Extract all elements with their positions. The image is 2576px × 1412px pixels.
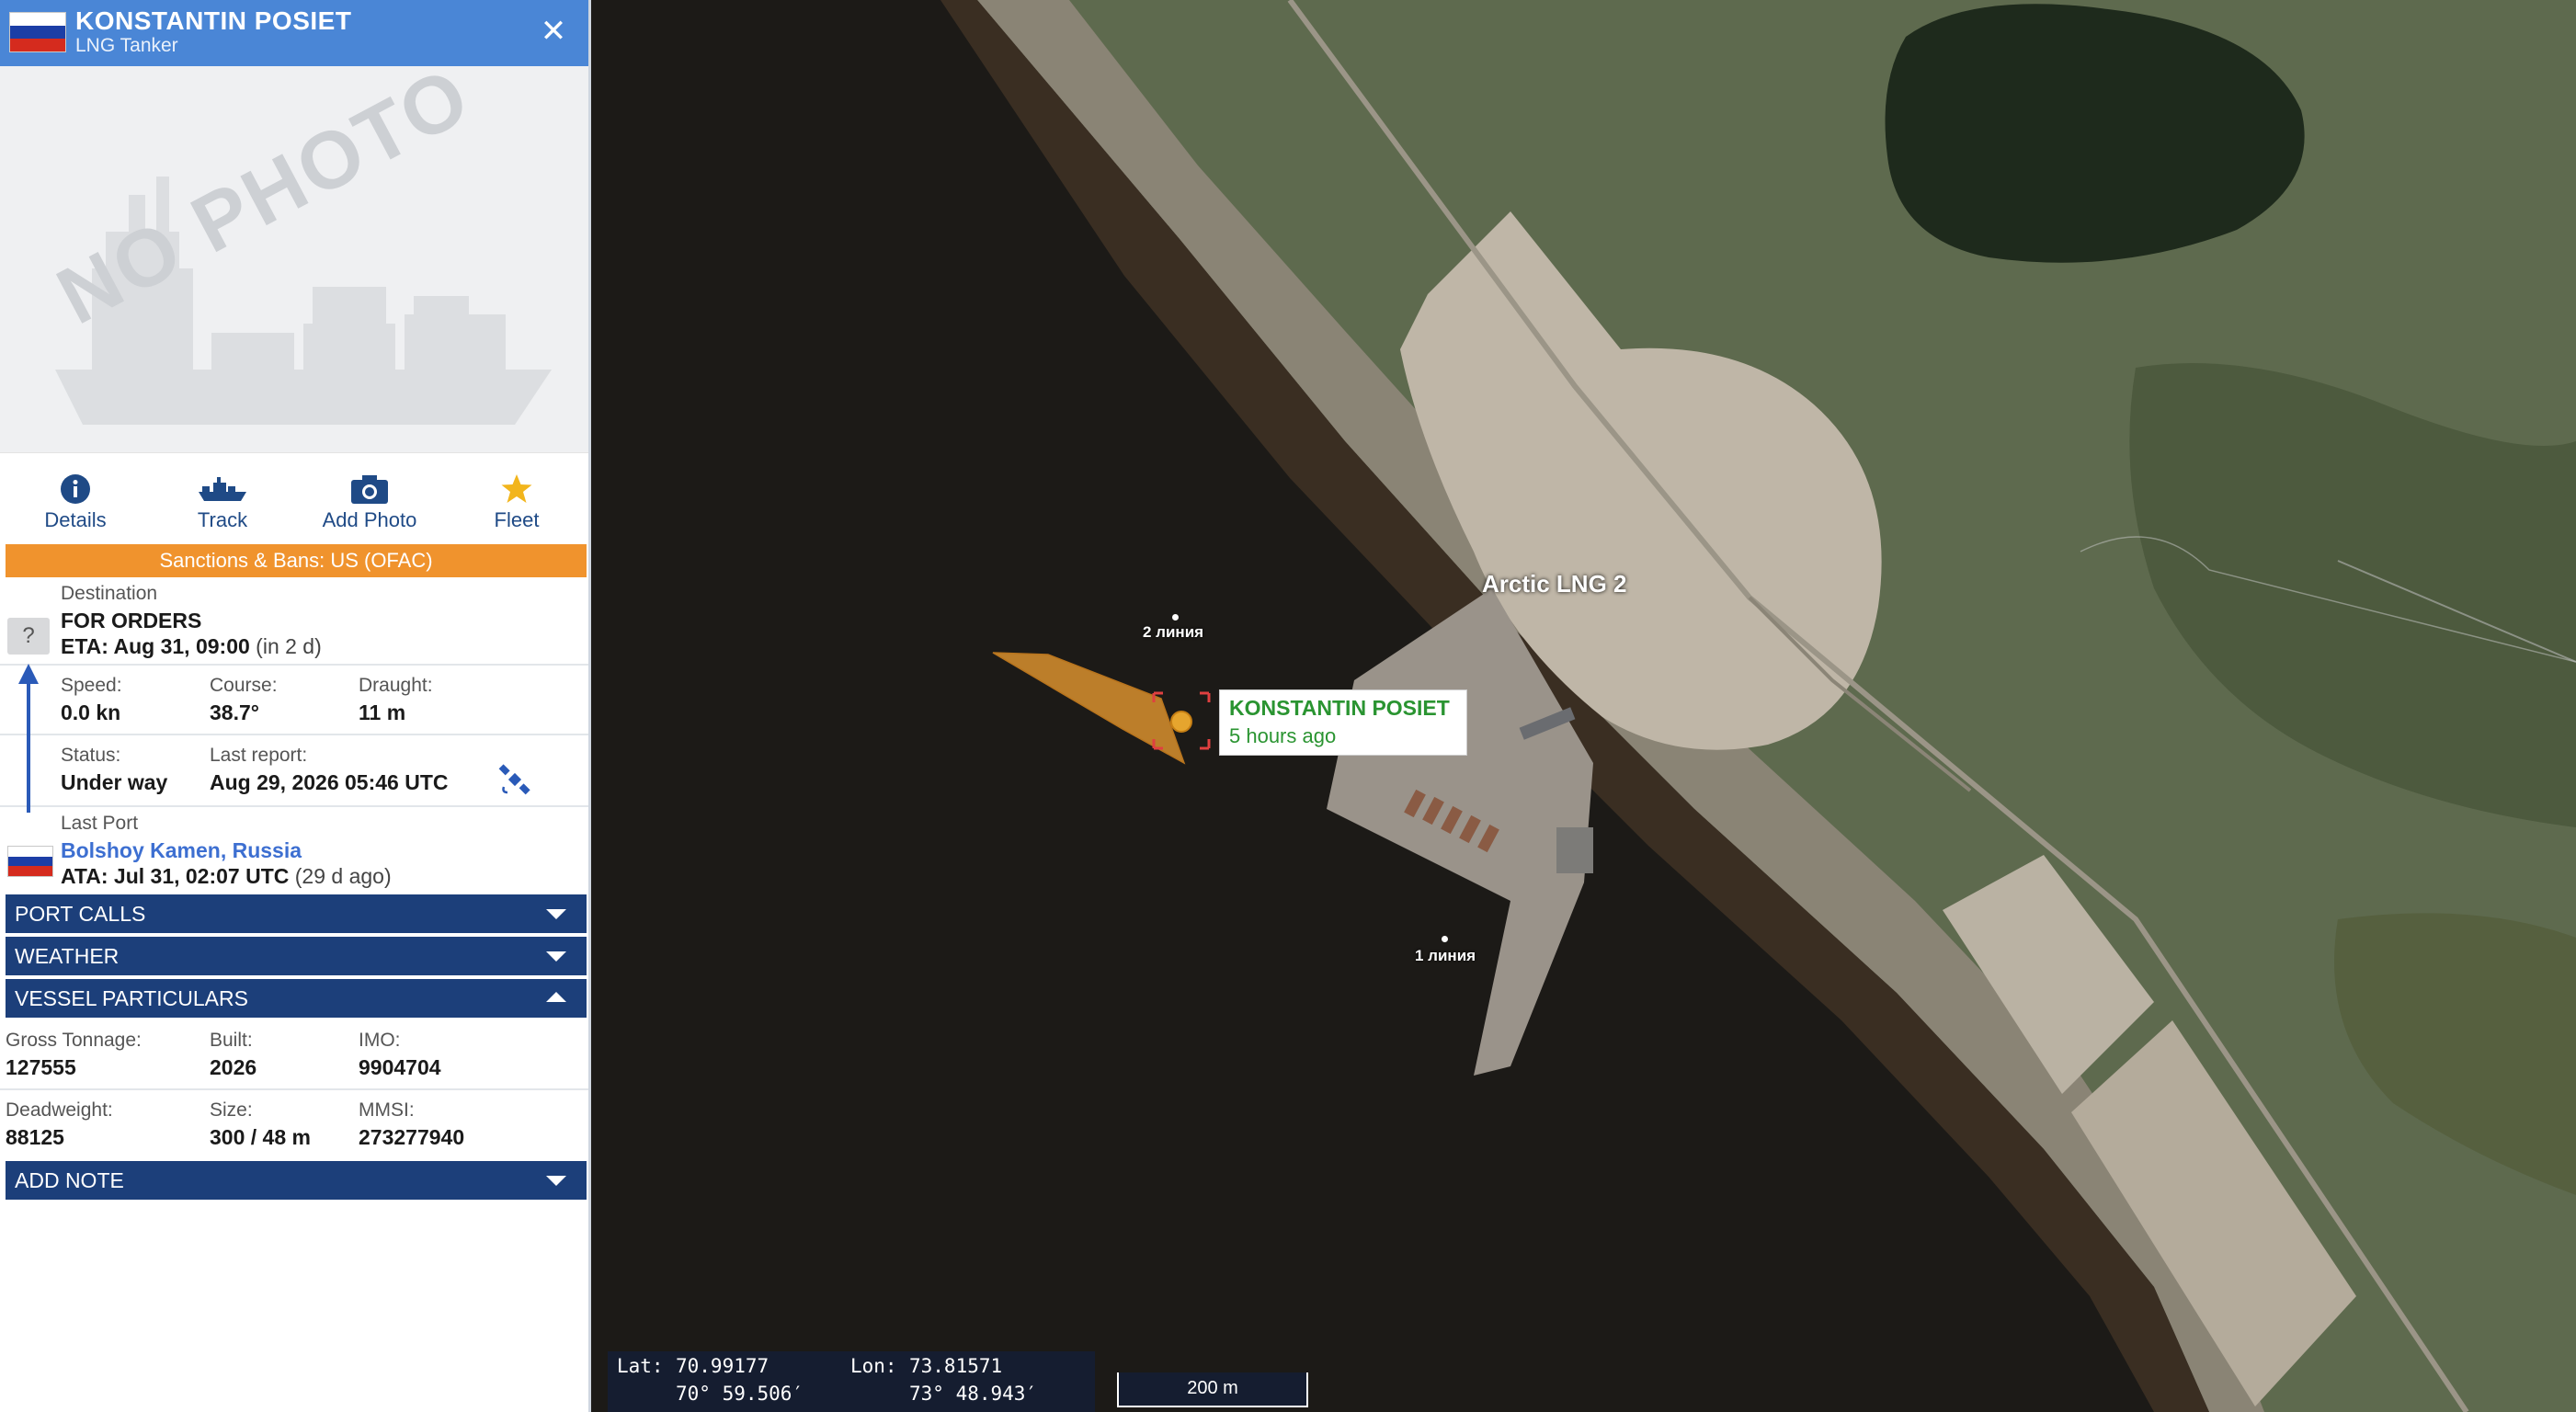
add-photo-button[interactable]: Add Photo	[305, 470, 434, 532]
draught-value: 11 m	[359, 700, 406, 724]
size-label: Size:	[210, 1099, 253, 1121]
eta-row: ETA: Aug 31, 09:00 (in 2 d)	[61, 634, 322, 659]
particulars-row-2: Deadweight: 88125 Size: 300 / 48 m MMSI:…	[0, 1090, 588, 1160]
voyage-status-section: Status: Under way Last report: Aug 29, 2…	[0, 735, 588, 807]
fleet-button[interactable]: Fleet	[452, 470, 581, 532]
speed-label: Speed:	[61, 675, 122, 696]
track-label: Track	[197, 508, 248, 531]
destination-label: Destination	[61, 583, 158, 604]
satellite-imagery	[940, 0, 2576, 1412]
scale-bar: 200 m	[1117, 1372, 1308, 1407]
built-label: Built:	[210, 1030, 253, 1051]
ship-track-icon	[158, 470, 287, 508]
add-photo-label: Add Photo	[322, 508, 417, 531]
imo-label: IMO:	[359, 1030, 401, 1051]
vessel-tooltip[interactable]: KONSTANTIN POSIET 5 hours ago	[1219, 689, 1467, 756]
add-note-label: ADD NOTE	[15, 1168, 124, 1192]
lon-decimal: 73.81571	[909, 1355, 1003, 1377]
chevron-up-icon	[546, 992, 566, 1002]
chevron-down-icon	[546, 1176, 566, 1186]
vessel-type: LNG Tanker	[75, 35, 178, 56]
tooltip-vessel-name: KONSTANTIN POSIET	[1229, 696, 1450, 720]
course-label: Course:	[210, 675, 278, 696]
deadweight-label: Deadweight:	[6, 1099, 113, 1121]
info-icon	[11, 470, 140, 508]
russia-flag-icon	[9, 12, 66, 52]
status-label: Status:	[61, 745, 121, 766]
eta-value: ETA: Aug 31, 09:00	[61, 634, 250, 658]
weather-accordion[interactable]: WEATHER	[6, 937, 587, 975]
satellite-map[interactable]: 2 линия 1 линия Arctic LNG 2 KONSTANTIN …	[591, 0, 2576, 1412]
satellite-icon[interactable]	[498, 763, 531, 801]
chevron-down-icon	[546, 909, 566, 919]
vessel-info-panel: KONSTANTIN POSIET LNG Tanker ✕ NO PHOTO	[0, 0, 591, 1412]
close-icon[interactable]: ✕	[535, 13, 572, 50]
last-port-label: Last Port	[61, 813, 139, 834]
weather-label: WEATHER	[15, 944, 120, 968]
ata-row: ATA: Jul 31, 02:07 UTC (29 d ago)	[61, 864, 392, 889]
voyage-speed-section: Speed: 0.0 kn Course: 38.7° Draught: 11 …	[0, 666, 588, 735]
lon-dms: 73° 48.943′	[909, 1383, 1038, 1405]
russia-flag-icon	[7, 846, 53, 877]
vessel-shape[interactable]	[992, 652, 1186, 765]
details-button[interactable]: Details	[11, 470, 140, 532]
map-point	[1442, 936, 1448, 942]
vessel-name: KONSTANTIN POSIET	[75, 6, 352, 35]
destination-section: Destination FOR ORDERS ETA: Aug 31, 09:0…	[0, 577, 588, 666]
chevron-down-icon	[546, 951, 566, 962]
add-note-accordion[interactable]: ADD NOTE	[6, 1161, 587, 1200]
line-1-label: 1 линия	[1415, 947, 1476, 964]
built-value: 2026	[210, 1055, 257, 1079]
gross-tonnage-value: 127555	[6, 1055, 76, 1079]
map-point	[1172, 614, 1179, 621]
vessel-header: KONSTANTIN POSIET LNG Tanker ✕	[0, 0, 588, 66]
coordinates-readout: Lat: 70.99177 Lon: 73.81571 70° 59.506′ …	[608, 1351, 1095, 1412]
particulars-row-1: Gross Tonnage: 127555 Built: 2026 IMO: 9…	[0, 1020, 588, 1090]
gross-tonnage-label: Gross Tonnage:	[6, 1030, 142, 1051]
draught-label: Draught:	[359, 675, 433, 696]
place-label: Arctic LNG 2	[1482, 570, 1627, 598]
deadweight-value: 88125	[6, 1125, 64, 1149]
last-port-section: Last Port Bolshoy Kamen, Russia ATA: Jul…	[0, 807, 588, 892]
imo-value: 9904704	[359, 1055, 441, 1079]
destination-value: FOR ORDERS	[61, 609, 202, 632]
star-icon	[452, 470, 581, 508]
last-report-label: Last report:	[210, 745, 308, 766]
unknown-port-icon: ?	[7, 618, 50, 655]
size-value: 300 / 48 m	[210, 1125, 311, 1149]
port-calls-label: PORT CALLS	[15, 902, 146, 926]
track-button[interactable]: Track	[158, 470, 287, 532]
lat-dms: 70° 59.506′	[676, 1383, 804, 1405]
details-label: Details	[44, 508, 107, 531]
mmsi-label: MMSI:	[359, 1099, 415, 1121]
status-value: Under way	[61, 770, 168, 794]
sanctions-banner[interactable]: Sanctions & Bans: US (OFAC)	[6, 544, 587, 577]
route-arrow-icon	[18, 664, 39, 684]
lat-label: Lat:	[617, 1355, 664, 1377]
tooltip-time: 5 hours ago	[1229, 724, 1337, 747]
vessel-photo-placeholder: NO PHOTO	[0, 66, 588, 452]
ata-note: (29 d ago)	[294, 864, 392, 888]
fleet-label: Fleet	[494, 508, 540, 531]
vessel-position-dot[interactable]	[1170, 711, 1192, 733]
vessel-particulars-label: VESSEL PARTICULARS	[15, 986, 248, 1010]
camera-icon	[305, 470, 434, 508]
route-line	[27, 671, 30, 813]
last-port-link[interactable]: Bolshoy Kamen, Russia	[61, 838, 302, 863]
vessel-particulars-accordion[interactable]: VESSEL PARTICULARS	[6, 979, 587, 1018]
ata-value: ATA: Jul 31, 02:07 UTC	[61, 864, 290, 888]
speed-value: 0.0 kn	[61, 700, 121, 724]
course-value: 38.7°	[210, 700, 259, 724]
port-calls-accordion[interactable]: PORT CALLS	[6, 894, 587, 933]
eta-note: (in 2 d)	[256, 634, 322, 658]
mmsi-value: 273277940	[359, 1125, 465, 1149]
lat-decimal: 70.99177	[676, 1355, 769, 1377]
line-2-label: 2 линия	[1143, 623, 1204, 641]
action-bar: Details Track Add Photo Fleet	[0, 452, 588, 544]
lon-label: Lon:	[850, 1355, 897, 1377]
last-report-value: Aug 29, 2026 05:46 UTC	[210, 770, 449, 794]
